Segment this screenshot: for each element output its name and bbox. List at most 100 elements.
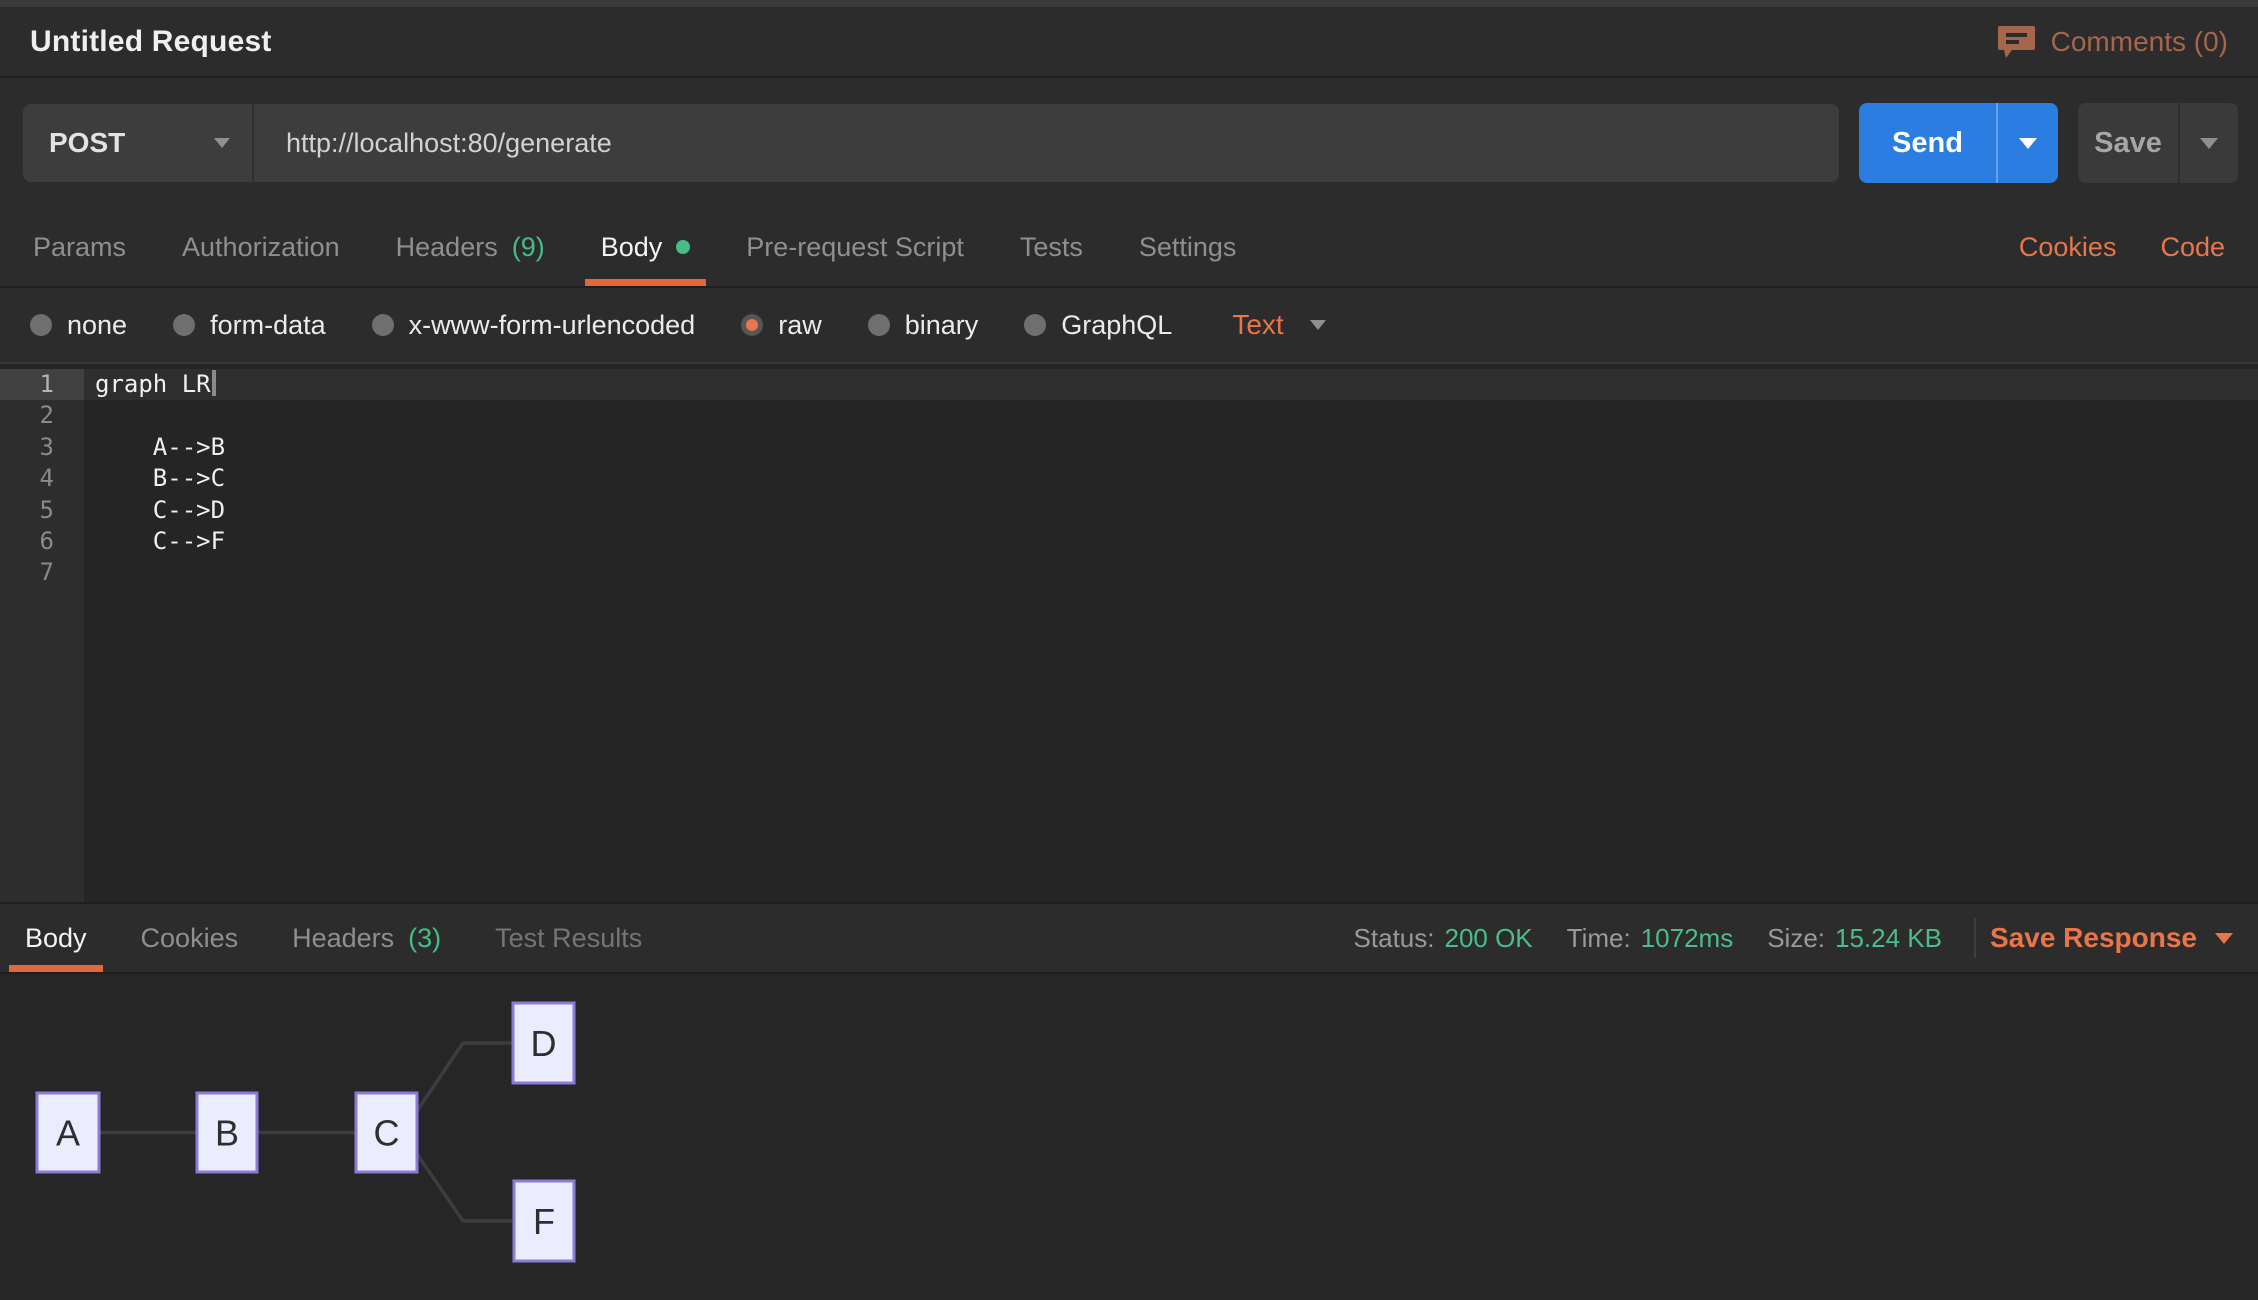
code-line[interactable]: 3 A-->B bbox=[0, 432, 2258, 463]
raw-format-select[interactable]: Text bbox=[1232, 309, 1325, 341]
code-line[interactable]: 1graph LR bbox=[0, 369, 2258, 400]
request-builder-row: POST http://localhost:80/generate Send S… bbox=[0, 78, 2258, 208]
body-type-row: none form-data x-www-form-urlencoded raw… bbox=[0, 288, 2258, 362]
radio-binary[interactable]: binary bbox=[868, 310, 979, 341]
radio-raw[interactable]: raw bbox=[741, 310, 822, 341]
graph-node-f: F bbox=[514, 1181, 574, 1261]
save-response-button[interactable]: Save Response bbox=[1990, 922, 2233, 954]
time-value: 1072ms bbox=[1641, 923, 1734, 954]
line-number: 6 bbox=[0, 526, 84, 557]
response-body-panel: A B C D F bbox=[0, 974, 2258, 1300]
tab-pre-request-script[interactable]: Pre-request Script bbox=[746, 208, 964, 286]
code-text: graph LR bbox=[84, 369, 2258, 400]
request-tabs: Params Authorization Headers (9) Body Pr… bbox=[33, 208, 1236, 286]
response-tabs: Body Cookies Headers (3) Test Results bbox=[25, 904, 642, 972]
node-label: F bbox=[533, 1201, 555, 1242]
request-title-bar: Untitled Request Comments (0) bbox=[0, 0, 2258, 78]
request-tabs-bar: Params Authorization Headers (9) Body Pr… bbox=[0, 208, 2258, 288]
url-value: http://localhost:80/generate bbox=[286, 128, 612, 159]
node-label: A bbox=[56, 1113, 80, 1154]
code-editor[interactable]: 1graph LR23 A-->B4 B-->C5 C-->D6 C-->F7 bbox=[0, 362, 2258, 902]
node-label: C bbox=[374, 1113, 400, 1154]
chevron-down-icon bbox=[214, 138, 230, 148]
line-number: 7 bbox=[0, 557, 84, 588]
headers-count-badge: (9) bbox=[512, 232, 545, 263]
code-text bbox=[84, 557, 2258, 588]
radio-graphql[interactable]: GraphQL bbox=[1024, 310, 1172, 341]
tab-authorization[interactable]: Authorization bbox=[182, 208, 340, 286]
send-label: Send bbox=[1859, 103, 1998, 183]
radio-icon bbox=[372, 314, 394, 336]
chevron-down-icon bbox=[2215, 933, 2233, 944]
code-line[interactable]: 5 C-->D bbox=[0, 495, 2258, 526]
radio-icon bbox=[1024, 314, 1046, 336]
radio-none[interactable]: none bbox=[30, 310, 127, 341]
save-options-button[interactable] bbox=[2180, 103, 2238, 183]
time-indicator: Time: 1072ms bbox=[1567, 923, 1734, 954]
tab-body[interactable]: Body bbox=[601, 208, 691, 286]
response-tab-test-results[interactable]: Test Results bbox=[495, 904, 642, 972]
code-line[interactable]: 7 bbox=[0, 557, 2258, 588]
graph-edge-c-f bbox=[417, 1154, 514, 1221]
text-cursor bbox=[212, 370, 216, 396]
comments-label: Comments (0) bbox=[2051, 26, 2228, 58]
comments-button[interactable]: Comments (0) bbox=[1998, 24, 2228, 60]
radio-form-data[interactable]: form-data bbox=[173, 310, 326, 341]
graph-node-c: C bbox=[356, 1093, 417, 1172]
response-tab-headers[interactable]: Headers (3) bbox=[292, 904, 441, 972]
divider bbox=[1974, 918, 1976, 958]
radio-x-www-form-urlencoded[interactable]: x-www-form-urlencoded bbox=[372, 310, 696, 341]
status-value: 200 OK bbox=[1444, 923, 1532, 954]
url-bar: POST http://localhost:80/generate bbox=[23, 104, 1839, 182]
line-number: 3 bbox=[0, 432, 84, 463]
save-button[interactable]: Save bbox=[2078, 103, 2238, 183]
comment-icon bbox=[1998, 24, 2035, 60]
radio-icon bbox=[30, 314, 52, 336]
tab-settings[interactable]: Settings bbox=[1139, 208, 1237, 286]
code-link[interactable]: Code bbox=[2160, 232, 2225, 263]
response-tab-body[interactable]: Body bbox=[25, 904, 87, 972]
page-title: Untitled Request bbox=[30, 25, 272, 59]
tab-headers[interactable]: Headers (9) bbox=[396, 208, 545, 286]
format-value: Text bbox=[1232, 309, 1283, 341]
code-text: C-->F bbox=[84, 526, 2258, 557]
code-line[interactable]: 4 B-->C bbox=[0, 463, 2258, 494]
line-number: 4 bbox=[0, 463, 84, 494]
url-input[interactable]: http://localhost:80/generate bbox=[254, 104, 1839, 182]
line-number: 1 bbox=[0, 369, 84, 400]
node-label: D bbox=[531, 1023, 557, 1064]
response-header: Body Cookies Headers (3) Test Results St… bbox=[0, 902, 2258, 974]
radio-selected-icon bbox=[741, 314, 763, 336]
size-value: 15.24 KB bbox=[1835, 923, 1942, 954]
radio-icon bbox=[868, 314, 890, 336]
send-options-button[interactable] bbox=[1998, 103, 2058, 183]
code-text: C-->D bbox=[84, 495, 2258, 526]
tab-params[interactable]: Params bbox=[33, 208, 126, 286]
tab-tests[interactable]: Tests bbox=[1020, 208, 1083, 286]
code-line[interactable]: 2 bbox=[0, 400, 2258, 431]
response-tab-cookies[interactable]: Cookies bbox=[141, 904, 239, 972]
graph-node-b: B bbox=[197, 1093, 257, 1172]
chevron-down-icon bbox=[1310, 320, 1326, 330]
code-line[interactable]: 6 C-->F bbox=[0, 526, 2258, 557]
node-label: B bbox=[215, 1113, 239, 1154]
code-text: A-->B bbox=[84, 432, 2258, 463]
radio-icon bbox=[173, 314, 195, 336]
body-modified-dot bbox=[676, 240, 690, 254]
save-label: Save bbox=[2078, 103, 2180, 183]
code-text: B-->C bbox=[84, 463, 2258, 494]
cookies-link[interactable]: Cookies bbox=[2019, 232, 2117, 263]
method-select[interactable]: POST bbox=[23, 104, 254, 182]
status-indicator: Status: 200 OK bbox=[1354, 923, 1533, 954]
chevron-down-icon bbox=[2019, 138, 2037, 149]
editor-filler bbox=[0, 589, 2258, 902]
response-graph: A B C D F bbox=[0, 974, 2258, 1300]
response-headers-count-badge: (3) bbox=[408, 923, 441, 954]
chevron-down-icon bbox=[2200, 138, 2218, 149]
response-meta: Status: 200 OK Time: 1072ms Size: 15.24 … bbox=[1320, 904, 2233, 972]
line-number: 5 bbox=[0, 495, 84, 526]
graph-node-d: D bbox=[513, 1003, 574, 1083]
postman-window: Untitled Request Comments (0) POST http:… bbox=[0, 0, 2258, 1300]
send-button[interactable]: Send bbox=[1859, 103, 2058, 183]
method-value: POST bbox=[49, 127, 125, 159]
